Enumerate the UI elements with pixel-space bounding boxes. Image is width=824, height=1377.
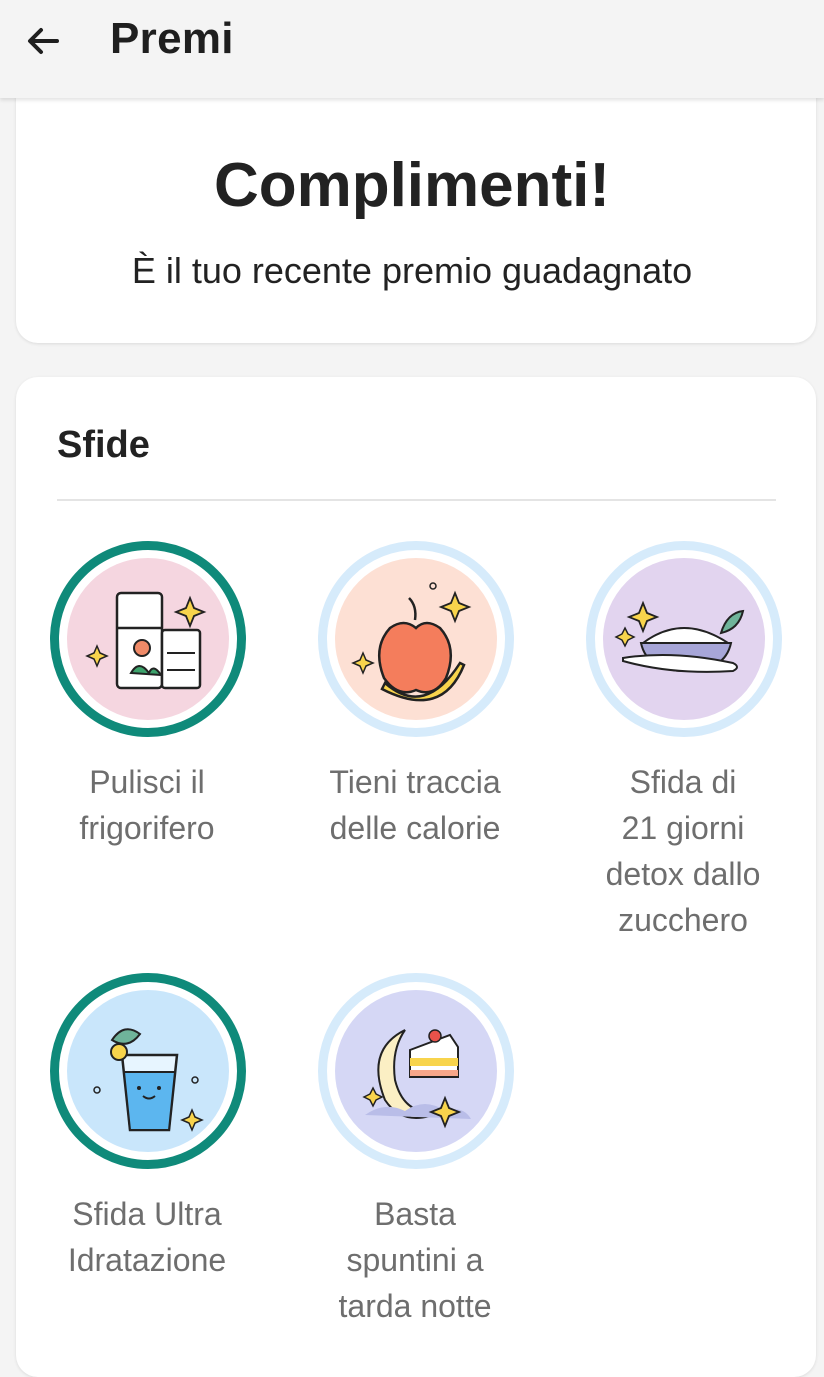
arrow-left-icon: [28, 28, 59, 54]
app-bar: Premi: [0, 0, 824, 98]
back-button[interactable]: [14, 12, 72, 70]
page-title: Premi: [110, 14, 234, 63]
badge-label: Sfida Ultra Idratazione: [67, 1196, 227, 1278]
badge-label: Basta spuntini a tarda notte: [338, 1196, 492, 1324]
congrats-subtitle: È il tuo recente premio guadagnato: [131, 250, 693, 291]
badge-ring: [318, 973, 514, 1169]
badge-label: Tieni traccia delle calorie: [329, 764, 501, 846]
badge-label: Sfida di 21 giorni detox dallo zucchero: [605, 764, 761, 938]
badge-ring: [50, 541, 246, 737]
divider: [57, 499, 776, 501]
sugar-bowl-icon: [603, 558, 765, 720]
badge-ring: [318, 541, 514, 737]
fridge-icon: [67, 558, 229, 720]
badge-label: Pulisci il frigorifero: [79, 764, 215, 846]
congrats-title: Complimenti!: [213, 151, 611, 220]
apple-banana-icon: [335, 558, 497, 720]
section-title: Sfide: [57, 424, 150, 466]
water-glass-icon: [67, 990, 229, 1152]
badge-ring: [50, 973, 246, 1169]
moon-cake-icon: [335, 990, 497, 1152]
badge-ring: [586, 541, 782, 737]
